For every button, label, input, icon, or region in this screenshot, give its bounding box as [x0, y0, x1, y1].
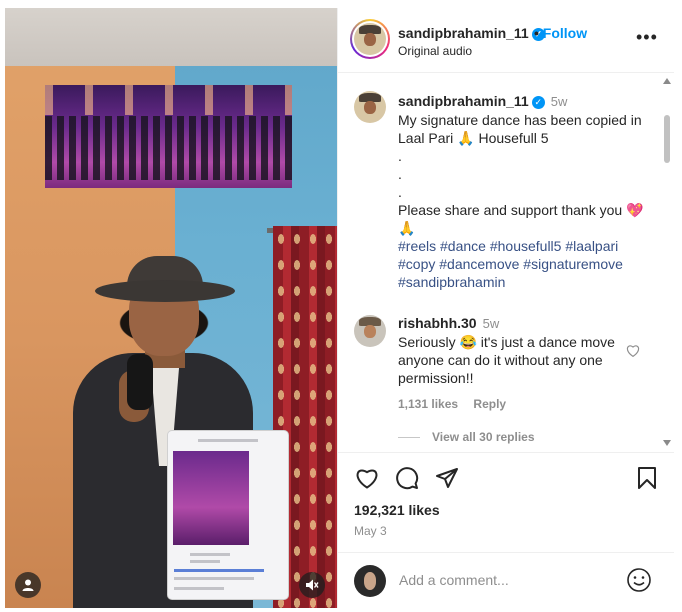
comment-username[interactable]: rishabhh.30	[398, 315, 477, 331]
scroll-up-arrow[interactable]	[663, 78, 671, 84]
comment: rishabhh.30 5w Seriously 😂 it's just a da…	[398, 314, 628, 446]
caption-line: 🙏	[398, 220, 416, 236]
caption-dot: .	[398, 166, 402, 182]
caption-time[interactable]: 5w	[551, 94, 568, 109]
hashtags[interactable]: #reels #dance #housefull5 #laalpari	[398, 237, 648, 255]
caption-line: Laal Pari 🙏 Housefull 5	[398, 130, 549, 146]
post-header: sandipbrahamin_11 ✓ • Follow Original aud…	[338, 8, 674, 73]
comments-scroll-area[interactable]: sandipbrahamin_11 ✓ 5w My signature dance …	[338, 73, 674, 451]
comment-icon[interactable]	[394, 465, 420, 491]
avatar[interactable]	[354, 91, 386, 123]
divider	[398, 437, 420, 438]
inset-phone-screenshot	[168, 431, 288, 599]
hashtags[interactable]: #sandipbrahamin	[398, 273, 648, 291]
story-ring[interactable]	[350, 19, 390, 59]
share-icon[interactable]	[434, 465, 460, 491]
comment-line: anyone can do it without any one	[398, 352, 603, 368]
muted-speaker-icon	[306, 579, 319, 591]
user-icon	[22, 579, 34, 591]
separator: •	[534, 25, 539, 41]
likes-count[interactable]: 192,321 likes	[354, 502, 440, 518]
caption-dot: .	[398, 148, 402, 164]
view-replies-button[interactable]: View all 30 replies	[398, 428, 628, 446]
post-panel: sandipbrahamin_11 ✓ • Follow Original aud…	[337, 8, 674, 608]
microphone	[127, 354, 153, 410]
comment-time[interactable]: 5w	[483, 316, 500, 331]
comment-input[interactable]: Add a comment...	[399, 572, 509, 588]
comment-line: Seriously 😂 it's just a dance move	[398, 334, 615, 350]
comment-like-icon[interactable]	[626, 344, 640, 360]
scroll-down-arrow[interactable]	[663, 440, 671, 446]
mute-button[interactable]	[299, 572, 325, 598]
author-username[interactable]: sandipbrahamin_11 ✓	[398, 25, 545, 41]
tagged-users-button[interactable]	[15, 572, 41, 598]
heart-icon[interactable]	[354, 465, 380, 491]
post-modal: sandipbrahamin_11 ✓ • Follow Original aud…	[5, 8, 674, 608]
follow-label[interactable]: Follow	[543, 25, 587, 41]
bookmark-icon[interactable]	[634, 465, 660, 491]
avatar[interactable]	[354, 23, 386, 55]
caption-line: Please share and support thank you 💖	[398, 202, 644, 218]
add-comment-bar: Add a comment...	[338, 552, 674, 608]
caption: sandipbrahamin_11 ✓ 5w My signature dance …	[398, 92, 648, 291]
post-date[interactable]: May 3	[354, 524, 387, 538]
emoji-icon[interactable]	[626, 567, 652, 593]
scrollbar-thumb[interactable]	[664, 115, 670, 163]
follow-button[interactable]: • Follow	[534, 25, 587, 41]
inset-dance-clip	[45, 85, 292, 188]
caption-username[interactable]: sandipbrahamin_11	[398, 93, 529, 109]
audio-link[interactable]: Original audio	[398, 44, 472, 58]
ceiling	[5, 8, 337, 66]
caption-line: My signature dance has been copied in	[398, 112, 642, 128]
verified-badge-icon: ✓	[531, 96, 545, 109]
avatar[interactable]	[354, 315, 386, 347]
comment-line: permission!!	[398, 370, 474, 386]
reply-button[interactable]: Reply	[473, 397, 506, 411]
comment-likes[interactable]: 1,131 likes	[398, 397, 458, 411]
avatar[interactable]	[354, 565, 386, 597]
caption-dot: .	[398, 184, 402, 200]
action-bar: 192,321 likes May 3	[338, 452, 674, 553]
hashtags[interactable]: #copy #dancemove #signaturemove	[398, 255, 648, 273]
more-options-icon[interactable]: •••	[636, 27, 658, 48]
reel-video[interactable]	[5, 8, 337, 608]
